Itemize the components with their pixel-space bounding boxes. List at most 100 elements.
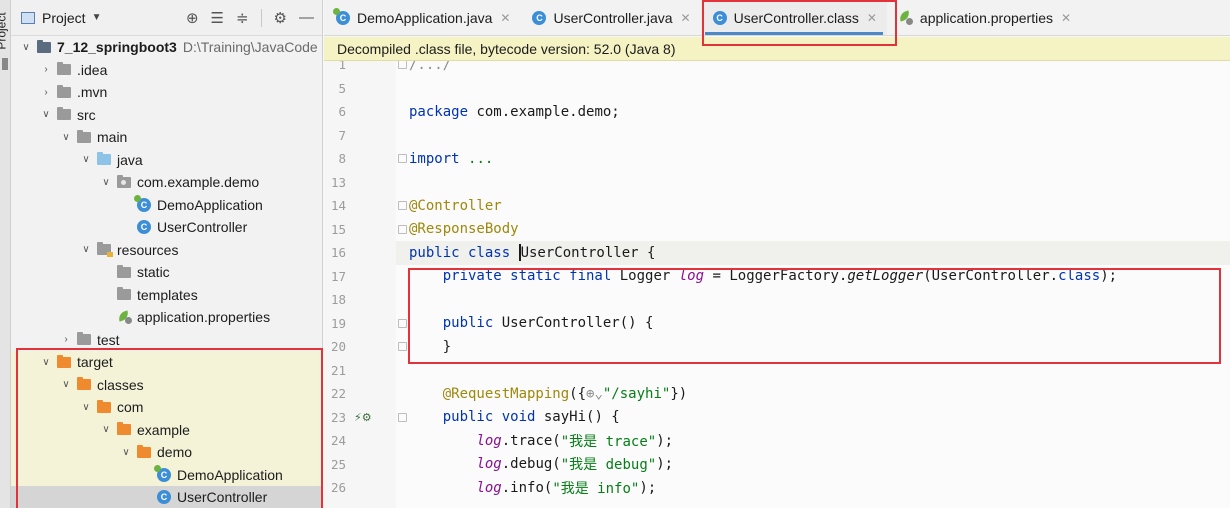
- gutter-line: 8: [324, 147, 407, 171]
- gutter-line: 22: [324, 382, 396, 406]
- project-strip-label[interactable]: Project: [0, 12, 9, 49]
- code-line[interactable]: package com.example.demo;: [409, 100, 620, 124]
- fold-icon[interactable]: [398, 342, 407, 352]
- code-line[interactable]: }: [409, 335, 451, 359]
- tree-item[interactable]: ›CUserController: [11, 216, 322, 239]
- chevron-down-icon[interactable]: ▼: [92, 12, 102, 23]
- tree-item[interactable]: ∨ main: [11, 126, 322, 149]
- java-class-icon: C: [532, 10, 547, 25]
- chevron-down-icon[interactable]: ∨: [59, 379, 73, 390]
- tree-item-label: application.properties: [137, 309, 271, 326]
- close-icon[interactable]: ✕: [500, 11, 510, 25]
- tree-item[interactable]: ∨ com: [11, 396, 322, 419]
- tree-item[interactable]: ›CDemoApplication: [11, 463, 322, 486]
- line-number: 21: [330, 362, 346, 378]
- code-line[interactable]: log .debug("我是 debug");: [409, 453, 673, 477]
- tree-item[interactable]: ∨ resources: [11, 239, 322, 262]
- tree-item[interactable]: ›CUserController: [11, 486, 322, 508]
- code-line[interactable]: public void sayHi() {: [409, 406, 620, 430]
- tree-item[interactable]: ∨ target: [11, 351, 322, 374]
- tree-item[interactable]: › .mvn: [11, 81, 322, 104]
- gutter-line: 16: [324, 241, 396, 265]
- project-panel-title[interactable]: Project: [42, 10, 86, 26]
- chevron-down-icon[interactable]: ∨: [99, 177, 113, 188]
- tree-item[interactable]: ∨ 7_12_springboot3 D:\Training\JavaCode: [11, 36, 322, 59]
- code-line[interactable]: /.../: [409, 61, 451, 77]
- chevron-down-icon[interactable]: ∨: [79, 244, 93, 255]
- code-token: "我是 trace": [560, 433, 657, 450]
- chevron-down-icon[interactable]: ∨: [79, 402, 93, 413]
- fold-icon[interactable]: [398, 154, 407, 164]
- fold-icon[interactable]: [398, 201, 407, 211]
- chevron-down-icon[interactable]: ∨: [39, 357, 53, 368]
- code-token: Logger: [619, 268, 679, 285]
- chevron-right-icon[interactable]: ›: [59, 334, 73, 345]
- tree-item[interactable]: ›CDemoApplication: [11, 194, 322, 217]
- line-number: 24: [330, 433, 346, 449]
- chevron-down-icon[interactable]: ∨: [99, 424, 113, 435]
- code-line[interactable]: @RequestMapping({⊕⌄ "/sayhi"}): [409, 382, 687, 406]
- folder-icon: [117, 422, 131, 436]
- tree-item[interactable]: ∨ example: [11, 418, 322, 441]
- tree-item-label: static: [137, 264, 170, 281]
- gutter-line: 26: [324, 476, 396, 500]
- gutter-line: 20: [324, 335, 407, 359]
- project-strip-icon: [2, 58, 8, 70]
- code-line[interactable]: @Controller: [409, 194, 502, 218]
- tree-item[interactable]: ∨ com.example.demo: [11, 171, 322, 194]
- line-number: 5: [338, 80, 346, 96]
- chevron-right-icon[interactable]: ›: [39, 87, 53, 98]
- tree-item-label: .idea: [77, 61, 108, 78]
- project-tool-window-strip[interactable]: Project: [0, 0, 11, 508]
- editor-tab[interactable]: application.properties ✕: [887, 0, 1081, 35]
- tree-item[interactable]: ›static: [11, 261, 322, 284]
- folder-icon: [77, 129, 91, 143]
- tab-label: UserController.java: [553, 9, 673, 26]
- fold-icon[interactable]: [398, 412, 407, 422]
- code-line[interactable]: @ResponseBody: [409, 218, 519, 242]
- chevron-down-icon[interactable]: ∨: [79, 154, 93, 165]
- minimize-icon[interactable]: —: [299, 9, 314, 26]
- editor-tab[interactable]: C UserController.class ✕: [700, 0, 887, 35]
- tree-item[interactable]: › .idea: [11, 59, 322, 82]
- chevron-down-icon[interactable]: ∨: [119, 447, 133, 458]
- code-line[interactable]: log .trace("我是 trace");: [409, 429, 673, 453]
- tree-item[interactable]: ›application.properties: [11, 306, 322, 329]
- code-line[interactable]: import ...: [409, 147, 493, 171]
- chevron-down-icon[interactable]: ∨: [19, 42, 33, 53]
- gear-icon[interactable]: ⚙: [274, 9, 287, 27]
- tree-item[interactable]: ∨ src: [11, 104, 322, 127]
- run-gutter-icon[interactable]: ⚡⚙: [354, 411, 372, 424]
- tree-item[interactable]: ∨ classes: [11, 373, 322, 396]
- code-line[interactable]: public class UserController {: [396, 241, 1230, 265]
- tree-item[interactable]: ∨ java: [11, 149, 322, 172]
- code-token: @ResponseBody: [409, 221, 519, 238]
- expand-all-icon[interactable]: ☰: [211, 9, 224, 27]
- code-line[interactable]: log .info("我是 info");: [409, 476, 656, 500]
- chevron-right-icon[interactable]: ›: [39, 64, 53, 75]
- tree-item[interactable]: › test: [11, 329, 322, 352]
- tree-item[interactable]: ∨ demo: [11, 441, 322, 464]
- line-number: 7: [338, 127, 346, 143]
- code-token: UserController {: [520, 244, 656, 261]
- fold-icon[interactable]: [398, 61, 407, 70]
- code-line[interactable]: private static final Logger log = Logger…: [409, 265, 1117, 289]
- editor-tab[interactable]: C UserController.java ✕: [520, 0, 700, 35]
- editor-tab[interactable]: C DemoApplication.java ✕: [324, 0, 520, 35]
- close-icon[interactable]: ✕: [1061, 11, 1071, 25]
- target-icon[interactable]: ⊕: [186, 9, 199, 27]
- close-icon[interactable]: ✕: [867, 11, 877, 25]
- tree-item-label: java: [117, 151, 143, 168]
- code-token: log: [678, 268, 705, 285]
- chevron-down-icon[interactable]: ∨: [39, 109, 53, 120]
- fold-icon[interactable]: [398, 318, 407, 328]
- code-line[interactable]: public UserController() {: [409, 312, 654, 336]
- code-editor[interactable]: 1 /.../ 5 6 package com.example.demo; 7 8 impor…: [324, 61, 1230, 508]
- collapse-all-icon[interactable]: ≑: [236, 9, 249, 27]
- folder-icon: [57, 107, 71, 121]
- chevron-down-icon[interactable]: ∨: [59, 132, 73, 143]
- fold-icon[interactable]: [398, 224, 407, 234]
- close-icon[interactable]: ✕: [681, 11, 691, 25]
- folder-icon: [57, 84, 71, 98]
- tree-item[interactable]: ›templates: [11, 284, 322, 307]
